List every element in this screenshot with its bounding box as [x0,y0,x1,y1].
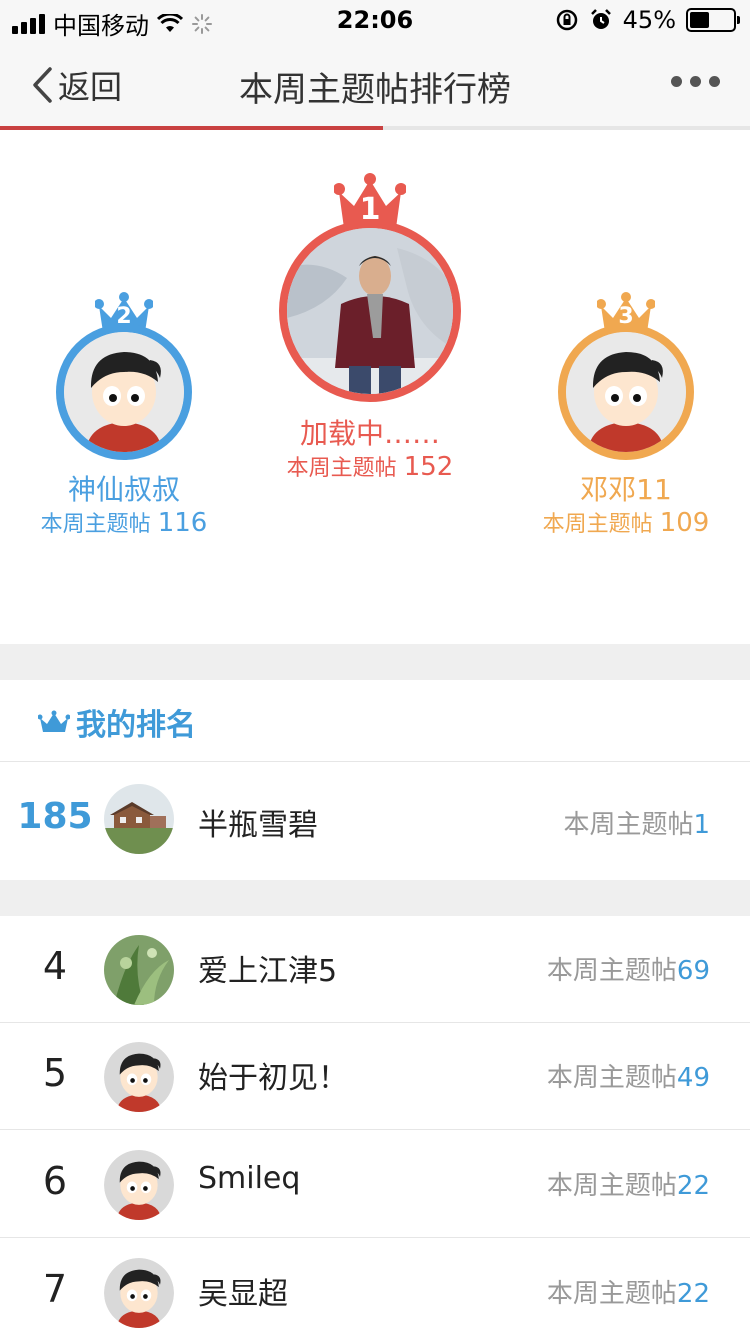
post-count-value: 116 [157,508,208,538]
avatar[interactable] [104,784,174,854]
podium-name: 神仙叔叔 [67,473,180,506]
post-count-value: 69 [676,956,710,986]
top-three-podium: 2 神仙叔叔 本周主题帖 116 1 加载中…… 本周主题帖 152 3 邓邓1… [0,132,750,644]
rank-number: 185 [17,796,93,837]
post-count-value: 1 [693,810,710,840]
podium-post-count: 本周主题帖 152 [270,450,470,482]
post-count: 本周主题帖69 [547,950,710,987]
user-name: 爱上江津5 [198,954,338,989]
podium-name: 邓邓11 [580,473,672,506]
my-rank-row[interactable]: 185 半瓶雪碧 本周主题帖1 [0,762,750,880]
more-dot [709,76,720,87]
post-count-value: 22 [676,1171,710,1201]
photo-avatar-icon [287,228,453,394]
post-count-label: 本周主题帖 [546,1063,677,1093]
rank-number: 6 [42,1159,68,1203]
more-dots-icon [671,76,682,87]
avatar[interactable] [279,220,461,402]
cartoon-avatar-icon [104,1258,174,1328]
cartoon-avatar-icon [566,332,686,452]
more-button[interactable] [671,76,720,87]
cartoon-avatar-icon [104,1150,174,1220]
battery-percent: 45% [622,6,676,34]
podium-name: 加载中…… [299,417,440,450]
crown-icon [38,710,70,732]
podium-post-count: 本周主题帖 109 [526,506,726,538]
post-count-label: 本周主题帖 [546,1171,677,1201]
avatar[interactable] [558,324,694,460]
my-rank-title: 我的排名 [76,708,196,743]
user-name: 半瓶雪碧 [198,808,318,843]
podium-first[interactable]: 1 加载中…… 本周主题帖 152 [270,172,470,482]
alarm-icon [590,9,611,29]
avatar[interactable] [104,1042,174,1112]
avatar[interactable] [56,324,192,460]
post-count-value: 109 [659,508,710,538]
my-rank-header: 我的排名 [0,680,750,762]
post-count: 本周主题帖22 [547,1273,710,1310]
podium-third[interactable]: 3 邓邓11 本周主题帖 109 [526,292,726,538]
post-count-label: 本周主题帖 [286,456,397,481]
section-divider [0,644,750,680]
post-count-label: 本周主题帖 [542,512,653,537]
podium-post-count: 本周主题帖 116 [24,506,224,538]
loading-progress-bar [0,126,750,130]
cartoon-avatar-icon [64,332,184,452]
post-count: 本周主题帖1 [563,804,710,841]
post-count: 本周主题帖22 [547,1165,710,1202]
status-right: 45% [555,6,740,34]
post-count-value: 152 [403,452,454,482]
orientation-lock-icon [556,9,577,31]
avatar[interactable] [104,935,174,1005]
list-item[interactable]: 7 吴显超 本周主题帖22 [0,1239,750,1334]
list-item[interactable]: 4 爱上江津5 本周主题帖69 [0,916,750,1023]
loading-progress-fill [0,126,383,130]
user-name: Smileq [198,1161,301,1196]
list-item[interactable]: 6 Smileq 本周主题帖22 [0,1131,750,1238]
house-photo-avatar-icon [104,784,174,854]
section-divider [0,880,750,916]
status-bar: 中国移动 22:06 45% [0,0,750,40]
avatar[interactable] [104,1150,174,1220]
post-count-label: 本周主题帖 [563,810,694,840]
user-name: 吴显超 [198,1277,288,1312]
post-count-value: 22 [676,1279,710,1309]
rank-number: 7 [42,1267,68,1311]
rank-number: 5 [42,1051,68,1095]
plant-photo-avatar-icon [104,935,174,1005]
post-count-label: 本周主题帖 [546,1279,677,1309]
battery-fill [690,12,709,28]
cartoon-avatar-icon [104,1042,174,1112]
more-dot [690,76,701,87]
navigation-bar: 返回 本周主题帖排行榜 [0,40,750,128]
post-count: 本周主题帖49 [547,1057,710,1094]
list-item[interactable]: 5 始于初见！ 本周主题帖49 [0,1023,750,1130]
post-count-label: 本周主题帖 [40,512,151,537]
page-title: 本周主题帖排行榜 [239,70,511,110]
battery-icon [686,8,740,32]
post-count-label: 本周主题帖 [546,956,677,986]
avatar[interactable] [104,1258,174,1328]
podium-second[interactable]: 2 神仙叔叔 本周主题帖 116 [24,292,224,538]
user-name: 始于初见！ [198,1061,348,1096]
post-count-value: 49 [676,1063,710,1093]
rank-number: 4 [42,944,68,988]
